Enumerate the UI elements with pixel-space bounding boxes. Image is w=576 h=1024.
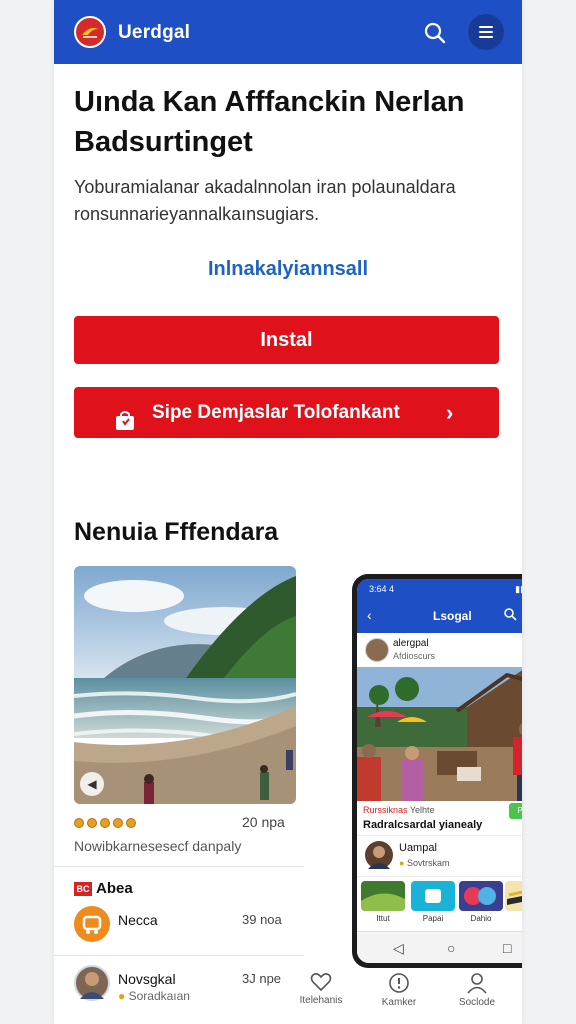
phone-thumbnail-label: Dahio: [470, 914, 492, 923]
info-link[interactable]: Inlnakalyiannsall: [54, 258, 522, 281]
nav-label: Kamker: [381, 997, 417, 1008]
app-brand-name: Uerdgal: [118, 22, 191, 43]
featured-count: 20 npa: [242, 814, 285, 830]
phone-system-nav: ◁ ○ □: [357, 931, 522, 963]
menu-icon[interactable]: [468, 14, 504, 50]
app-page: Uerdgal Uında Kan Afffanckin Nerlan Bads…: [54, 0, 522, 1024]
bottom-navigation: Itelehanis Kamker Soclode: [286, 968, 522, 1024]
nav-label: Itelehanis: [299, 995, 343, 1006]
search-icon[interactable]: [503, 607, 517, 626]
list-item-time: 3J npe: [242, 971, 282, 986]
phone-list-item[interactable]: Uampal ● Sovtrskam ›: [357, 835, 522, 877]
phone-post-author-sub: Afdioscurs: [393, 651, 436, 661]
phone-app-title: Lsogal: [433, 609, 472, 623]
list-header: BC Abea: [74, 880, 133, 897]
search-icon[interactable]: [422, 20, 448, 46]
avatar: [74, 906, 110, 942]
phone-list-item-name: Uampal: [399, 842, 437, 854]
rating-dot-icon: [100, 818, 110, 828]
phone-list-item-sub-text: Sovtrskam: [406, 858, 450, 868]
list-item[interactable]: Necca 39 noa: [74, 906, 284, 946]
divider: [54, 866, 304, 867]
thumbnail-image: [361, 881, 405, 911]
page-headline: Uında Kan Afffanckin Nerlan Badsurtinget: [74, 86, 465, 158]
phone-post-author-name: alergpal: [393, 638, 429, 649]
list-item-subtitle-text: Soradkaıan: [128, 989, 190, 1003]
chevron-right-icon: ›: [446, 400, 454, 425]
profile-icon: [467, 973, 487, 994]
divider: [54, 955, 304, 956]
secondary-action-label: Sipe Demjaslar Tolofankant: [152, 402, 400, 423]
phone-app-bar: ‹ Lsogal ⋮: [357, 599, 522, 633]
phone-list-item-sub: ● Sovtrskam: [399, 858, 449, 868]
phone-post-tag: Rurssiknas Yelhte: [363, 805, 435, 815]
phone-screen: 3:64 4 ▮▮▮ ▭ ‹ Lsogal ⋮ alergpal Afdiosc…: [357, 579, 522, 963]
phone-thumbnail[interactable]: [505, 881, 522, 925]
nav-item-alerts[interactable]: Kamker: [364, 972, 434, 1008]
back-nav-icon[interactable]: ◁: [393, 940, 404, 957]
rating-dot-icon: [113, 818, 123, 828]
phone-thumbnail[interactable]: Ittut: [361, 881, 405, 925]
recents-nav-icon[interactable]: □: [503, 940, 511, 956]
logo-icon[interactable]: [74, 16, 106, 48]
phone-post-title: Radralcsardal yianealy: [363, 819, 483, 831]
section-title: Nenuia Fffendara: [74, 518, 279, 546]
rating-dot-icon: [126, 818, 136, 828]
avatar: [365, 841, 393, 869]
back-icon[interactable]: ‹: [367, 607, 372, 623]
phone-thumbnail-strip: Ittut Papai Dahio: [357, 879, 522, 929]
phone-post-tag-primary: Rurssiknas: [363, 805, 408, 815]
list-header-icon: BC: [74, 882, 92, 897]
thumbnail-image: [459, 881, 503, 911]
status-dot-icon: ●: [118, 989, 129, 1003]
play-icon[interactable]: ◀: [80, 772, 104, 796]
phone-status-time: 3:64 4: [369, 584, 395, 594]
featured-beach-image[interactable]: ◀: [74, 566, 296, 804]
top-app-bar: Uerdgal: [54, 0, 522, 64]
nav-item-profile[interactable]: Soclode: [442, 972, 512, 1008]
nav-item-favorites[interactable]: Itelehanis: [286, 972, 356, 1006]
list-item-name: Novsgkal: [118, 971, 176, 987]
heart-icon: [310, 973, 332, 992]
home-nav-icon[interactable]: ○: [447, 940, 455, 956]
phone-mockup: 3:64 4 ▮▮▮ ▭ ‹ Lsogal ⋮ alergpal Afdiosc…: [352, 574, 522, 968]
phone-thumbnail-label: Papai: [422, 914, 444, 923]
phone-thumbnail[interactable]: Papai: [411, 881, 455, 925]
list-header-label: Abea: [96, 880, 133, 897]
avatar: [74, 965, 110, 1001]
rating-dot-icon: [74, 818, 84, 828]
thumbnail-image: [505, 881, 522, 911]
featured-caption: Nowibkarnesesecf danpaly: [74, 838, 242, 854]
list-item-subtitle: ● Soradkaıan: [118, 989, 190, 1003]
phone-thumbnail-label: Ittut: [376, 914, 390, 923]
list-item-name: Necca: [118, 912, 158, 928]
phone-post-pill[interactable]: Purb: [509, 803, 522, 819]
phone-post-author[interactable]: alergpal Afdioscurs: [357, 633, 522, 668]
phone-thumbnail[interactable]: Dahio: [459, 881, 503, 925]
page-description: Yoburamialanar akadalnnolan iran polauna…: [74, 177, 456, 224]
alert-icon: [389, 973, 409, 993]
secondary-action-button[interactable]: Sipe Demjaslar Tolofankant ›: [74, 387, 499, 438]
status-dot-icon: ●: [399, 858, 407, 868]
phone-status-bar: 3:64 4 ▮▮▮ ▭: [357, 579, 522, 599]
nav-label: Soclode: [458, 997, 496, 1008]
list-item[interactable]: Novsgkal ● Soradkaıan 3J npe: [74, 965, 284, 1005]
list-item-time: 39 noa: [242, 912, 282, 927]
rating-dots: [74, 815, 139, 833]
phone-post-tag-secondary: Yelhte: [409, 805, 435, 815]
rating-dot-icon: [87, 818, 97, 828]
signal-battery-icon: ▮▮▮ ▭: [515, 584, 522, 594]
avatar: [365, 638, 389, 662]
install-button[interactable]: Instal: [74, 316, 499, 364]
thumbnail-image: [411, 881, 455, 911]
phone-market-image[interactable]: [357, 667, 522, 801]
shopping-bag-icon: [114, 401, 136, 452]
